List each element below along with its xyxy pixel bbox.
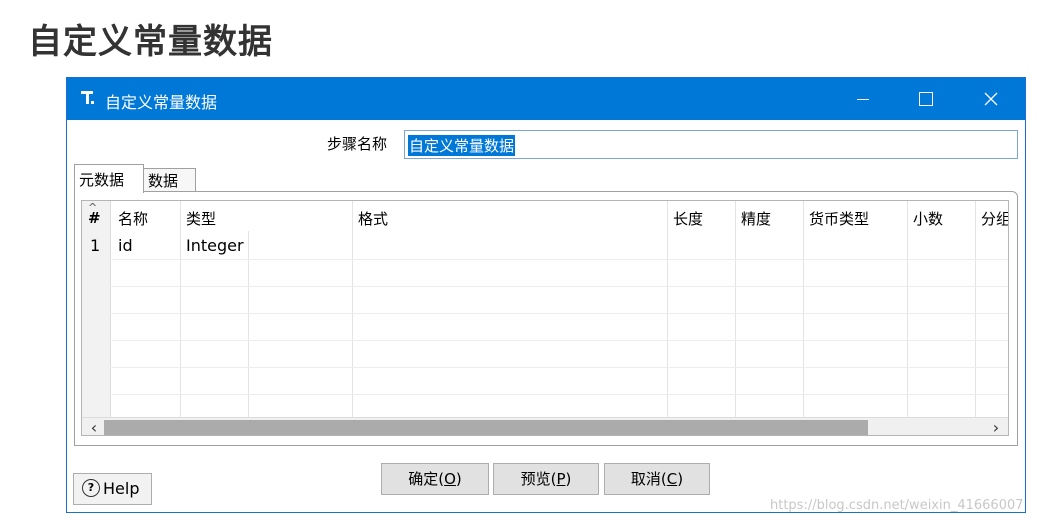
tab-bar: 元数据 数据	[74, 164, 1018, 193]
header-name[interactable]: 名称	[118, 208, 148, 238]
minimize-icon	[857, 99, 869, 100]
tab-data[interactable]: 数据	[144, 168, 196, 191]
header-format[interactable]: 格式	[358, 208, 388, 238]
help-label: Help	[103, 479, 140, 498]
horizontal-scrollbar[interactable]: ‹ ›	[82, 417, 1008, 435]
help-icon: ?	[82, 479, 100, 497]
dialog-window: 自定义常量数据 步骤名称 自定义常量数据 元数据 数据 ^ # 名称 类型 格式…	[66, 77, 1026, 513]
close-button[interactable]	[961, 78, 1021, 120]
maximize-icon	[919, 92, 933, 106]
watermark: https://blog.csdn.net/weixin_41666007	[770, 498, 1024, 513]
minimize-button[interactable]	[833, 78, 893, 120]
header-length[interactable]: 长度	[673, 208, 703, 238]
header-type[interactable]: 类型	[186, 208, 216, 238]
app-icon	[81, 91, 95, 107]
header-currency[interactable]: 货币类型	[809, 208, 869, 238]
cell-type[interactable]: Integer	[186, 236, 244, 255]
maximize-button[interactable]	[897, 78, 957, 120]
preview-button[interactable]: 预览(P)	[493, 463, 599, 495]
step-name-input[interactable]: 自定义常量数据	[404, 130, 1018, 159]
ok-button[interactable]: 确定(O)	[381, 463, 489, 495]
cancel-button[interactable]: 取消(C)	[604, 463, 710, 495]
header-precision[interactable]: 精度	[741, 208, 771, 238]
header-group[interactable]: 分组	[981, 208, 1008, 238]
tab-metadata[interactable]: 元数据	[74, 164, 144, 193]
header-decimal[interactable]: 小数	[913, 208, 943, 238]
cell-name[interactable]: id	[118, 236, 133, 255]
header-rownum: #	[88, 209, 101, 227]
dialog-title: 自定义常量数据	[105, 93, 218, 112]
help-button[interactable]: ? Help	[73, 473, 152, 505]
scroll-left-icon[interactable]: ‹	[84, 418, 104, 435]
title-bar[interactable]: 自定义常量数据	[67, 78, 1025, 120]
scroll-right-icon[interactable]: ›	[986, 418, 1006, 435]
fields-table[interactable]: ^ # 名称 类型 格式 长度 精度 货币类型 小数 分组 1 id Integ…	[81, 200, 1009, 436]
row-number: 1	[90, 236, 101, 255]
metadata-panel: ^ # 名称 类型 格式 长度 精度 货币类型 小数 分组 1 id Integ…	[74, 191, 1018, 446]
scroll-thumb[interactable]	[104, 420, 868, 435]
step-name-value: 自定义常量数据	[408, 135, 516, 156]
close-icon	[984, 92, 998, 106]
page-title: 自定义常量数据	[28, 22, 273, 62]
step-name-label: 步骤名称	[327, 135, 388, 153]
